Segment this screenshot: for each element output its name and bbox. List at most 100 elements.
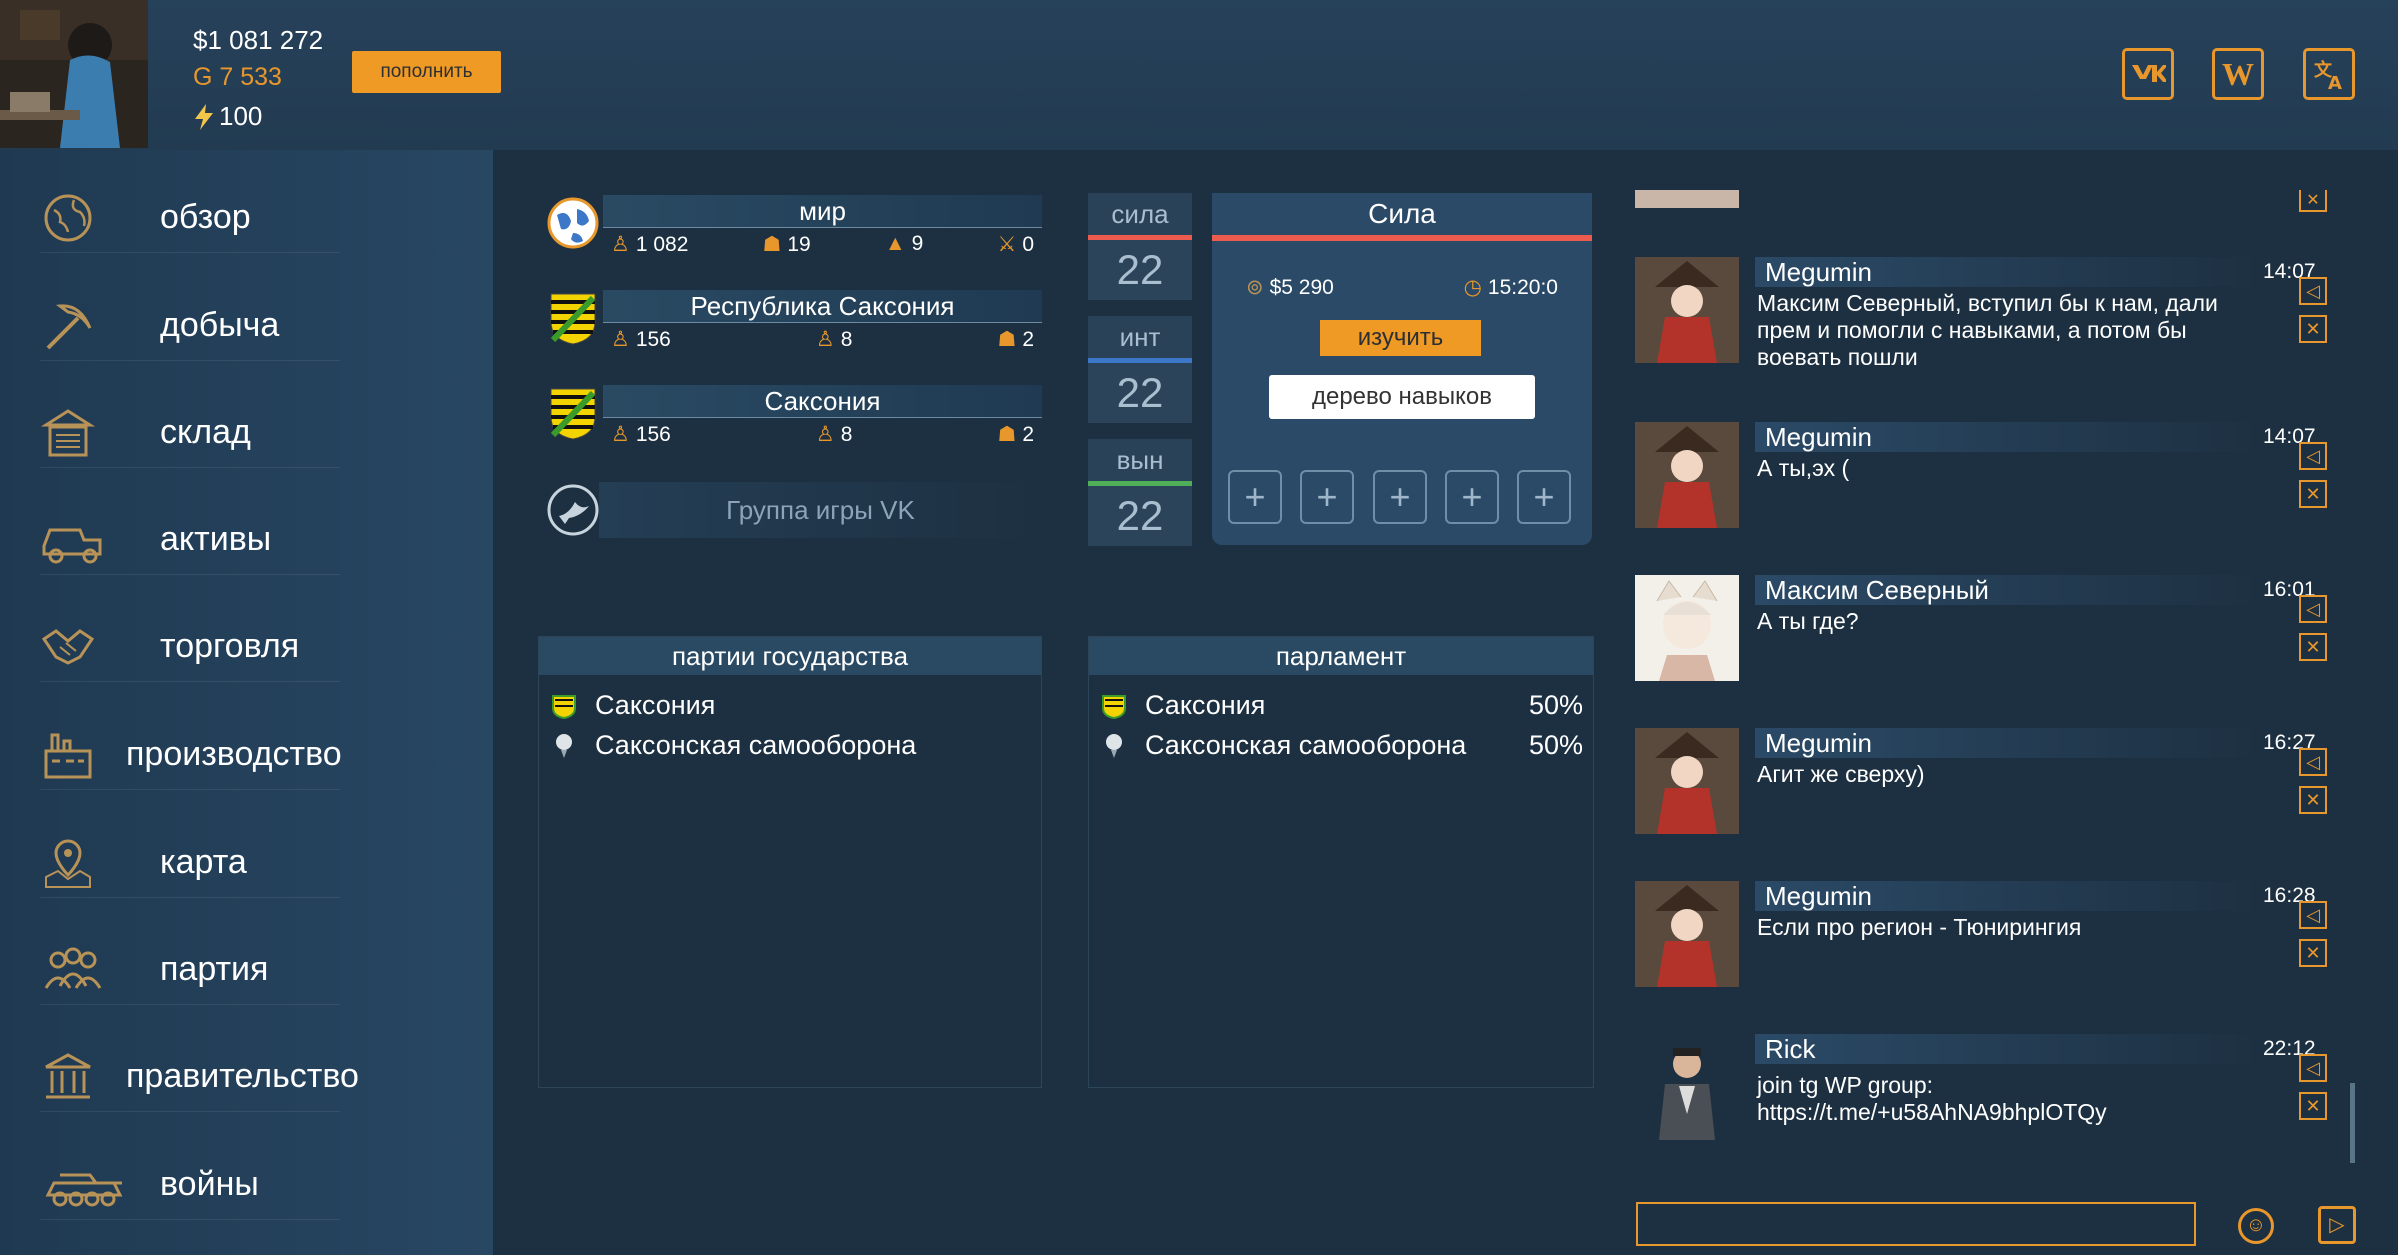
world-stats[interactable]: мир ♙ 1 082 ☗ 19 ▲ 9 ⚔ 0 bbox=[547, 195, 1042, 265]
chat-username[interactable]: Rick bbox=[1755, 1034, 2263, 1064]
chat-username[interactable]: Максим Северный bbox=[1755, 575, 2263, 605]
skill-slot-add-4[interactable]: + bbox=[1445, 470, 1499, 524]
factory-icon bbox=[40, 725, 96, 785]
vk-group-label: Группа игры VK bbox=[599, 482, 1042, 538]
attr-label: сила bbox=[1088, 193, 1192, 235]
avatar[interactable] bbox=[1635, 881, 1739, 987]
handshake-icon bbox=[40, 617, 130, 677]
delete-icon[interactable]: ✕ bbox=[2299, 315, 2327, 343]
skill-time: ◷ 15:20:0 bbox=[1463, 276, 1558, 299]
mute-icon[interactable]: ◁ bbox=[2299, 1054, 2327, 1082]
attr-intelligence[interactable]: инт 22 bbox=[1088, 316, 1192, 426]
dove-icon bbox=[547, 484, 599, 536]
avatar[interactable] bbox=[1635, 422, 1739, 528]
skill-title-bar bbox=[1212, 235, 1592, 241]
globe-icon bbox=[40, 188, 130, 248]
mute-icon[interactable]: ◁ bbox=[2299, 901, 2327, 929]
group-icon: ☗ bbox=[762, 233, 782, 256]
state-parties-panel: партии государства Саксония Саксонская с… bbox=[538, 636, 1042, 1088]
tank-icon bbox=[40, 1155, 130, 1215]
gold-balance: G 7 533 bbox=[193, 63, 282, 91]
mute-icon[interactable]: ◁ bbox=[2299, 277, 2327, 305]
delete-icon[interactable]: ✕ bbox=[2299, 939, 2327, 967]
energy-display: 100 bbox=[193, 101, 262, 132]
sidebar-item-label: партия bbox=[160, 950, 269, 988]
party-row[interactable]: Саксония bbox=[539, 685, 1041, 725]
sidebar-item-overview[interactable]: обзор bbox=[40, 183, 340, 253]
delete-icon[interactable]: ✕ bbox=[2299, 1092, 2327, 1120]
vk-group-link[interactable]: Группа игры VK bbox=[547, 480, 1042, 540]
party-percent: 50% bbox=[1528, 729, 1583, 760]
learn-button[interactable]: изучить bbox=[1320, 320, 1481, 356]
chat-scrollbar[interactable] bbox=[2350, 1083, 2355, 1163]
skill-slot-add-2[interactable]: + bbox=[1300, 470, 1354, 524]
chat-username[interactable]: Megumin bbox=[1755, 257, 2263, 287]
mute-icon[interactable]: ◁ bbox=[2299, 748, 2327, 776]
region-population: ♙ 156 bbox=[611, 423, 671, 446]
send-icon[interactable]: ▷ bbox=[2318, 1206, 2356, 1244]
sidebar-item-label: карта bbox=[160, 843, 247, 881]
delete-icon[interactable]: ✕ bbox=[2299, 190, 2327, 212]
party-name: Саксония bbox=[595, 689, 716, 720]
skill-title: Сила bbox=[1368, 198, 1436, 229]
party-row[interactable]: Саксонская самооборона bbox=[539, 725, 1041, 765]
avatar[interactable] bbox=[1635, 575, 1739, 681]
world-population: ♙ 1 082 bbox=[611, 233, 689, 256]
sword-icon: ⚔ bbox=[997, 233, 1017, 256]
emoji-icon[interactable]: ☺ bbox=[2238, 1208, 2274, 1244]
attr-value: 22 bbox=[1088, 363, 1192, 423]
chat-username[interactable]: Megumin bbox=[1755, 422, 2263, 452]
sidebar-item-warehouse[interactable]: склад bbox=[40, 398, 340, 468]
world-wars: ⚔ 0 bbox=[997, 233, 1034, 256]
skill-slot-add-1[interactable]: + bbox=[1228, 470, 1282, 524]
world-title: мир bbox=[603, 195, 1042, 227]
attr-value: 22 bbox=[1088, 486, 1192, 546]
attr-endurance[interactable]: вын 22 bbox=[1088, 439, 1192, 549]
avatar[interactable] bbox=[1635, 728, 1739, 834]
chat-panel: ✕ Megumin 14:07 Максим Северный, вступил… bbox=[1633, 180, 2327, 1150]
chat-username[interactable]: Megumin bbox=[1755, 728, 2263, 758]
avatar[interactable] bbox=[1635, 1034, 1739, 1140]
party-name: Саксония bbox=[1145, 689, 1266, 720]
sidebar-item-party[interactable]: партия bbox=[40, 935, 340, 1005]
parliament-row[interactable]: Саксония 50% bbox=[1089, 685, 1593, 725]
skill-tree-button[interactable]: дерево навыков bbox=[1269, 375, 1535, 419]
sidebar-item-map[interactable]: карта bbox=[40, 828, 340, 898]
delete-icon[interactable]: ✕ bbox=[2299, 480, 2327, 508]
attr-strength[interactable]: сила 22 bbox=[1088, 193, 1192, 303]
republic-regions: ♙ 8 bbox=[815, 328, 853, 351]
mute-icon[interactable]: ◁ bbox=[2299, 595, 2327, 623]
delete-icon[interactable]: ✕ bbox=[2299, 786, 2327, 814]
parliament-row[interactable]: Саксонская самооборона 50% bbox=[1089, 725, 1593, 765]
energy-value: 100 bbox=[219, 101, 263, 131]
sidebar-item-assets[interactable]: активы bbox=[40, 505, 340, 575]
wiki-icon[interactable]: W bbox=[2212, 48, 2264, 100]
sidebar-item-trade[interactable]: торговля bbox=[40, 612, 340, 682]
group-icon: ☗ bbox=[997, 423, 1017, 446]
sidebar-item-label: правительство bbox=[126, 1057, 359, 1095]
sidebar-item-mining[interactable]: добыча bbox=[40, 291, 340, 361]
republic-parties: ☗ 2 bbox=[997, 328, 1034, 351]
translate-icon[interactable]: 文A bbox=[2303, 48, 2355, 100]
mute-icon[interactable]: ◁ bbox=[2299, 442, 2327, 470]
republic-stats[interactable]: Республика Саксония ♙ 156 ♙ 8 ☗ 2 bbox=[547, 290, 1042, 360]
topup-button[interactable]: пополнить bbox=[352, 51, 501, 93]
chat-input[interactable] bbox=[1636, 1202, 2196, 1246]
avatar[interactable] bbox=[1635, 257, 1739, 363]
skill-slot-add-5[interactable]: + bbox=[1517, 470, 1571, 524]
sidebar-item-government[interactable]: правительство bbox=[40, 1042, 359, 1112]
chat-text: Агит же сверху) bbox=[1757, 761, 1925, 787]
vk-icon[interactable] bbox=[2122, 48, 2174, 100]
region-stats[interactable]: Саксония ♙ 156 ♙ 8 ☗ 2 bbox=[547, 385, 1042, 455]
delete-icon[interactable]: ✕ bbox=[2299, 633, 2327, 661]
clock-icon: ◷ bbox=[1463, 276, 1482, 299]
chat-username[interactable]: Megumin bbox=[1755, 881, 2263, 911]
saxony-coat-of-arms-icon bbox=[547, 290, 599, 346]
svg-text:A: A bbox=[2328, 73, 2342, 92]
chat-text: Если про регион - Тюнирингия bbox=[1757, 914, 2082, 940]
sidebar-item-wars[interactable]: войны bbox=[40, 1150, 340, 1220]
government-icon bbox=[40, 1047, 96, 1107]
sidebar-item-production[interactable]: производство bbox=[40, 720, 342, 790]
player-avatar[interactable] bbox=[0, 0, 148, 148]
skill-slot-add-3[interactable]: + bbox=[1373, 470, 1427, 524]
